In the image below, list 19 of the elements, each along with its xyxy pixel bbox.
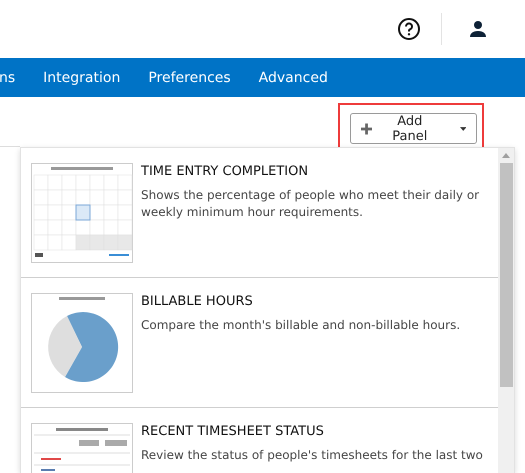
panel-title: BILLABLE HOURS	[141, 294, 254, 309]
user-icon[interactable]	[469, 20, 487, 38]
panel-description: Shows the percentage of people who meet their daily or weekly minimum hour requirements.	[141, 187, 480, 221]
panel-description: Compare the month's billable and non-billable hours.	[141, 317, 462, 334]
scrollbar-thumb[interactable]	[500, 163, 512, 387]
nav-tab[interactable]: Preferences	[148, 70, 231, 86]
nav-tab[interactable]: ns	[0, 70, 16, 86]
help-icon[interactable]	[397, 17, 421, 41]
add-panel-button[interactable]: Add Panel	[350, 113, 477, 144]
panel-title: TIME ENTRY COMPLETION	[141, 164, 310, 179]
nav-tab[interactable]: Advanced	[258, 70, 328, 86]
caret-icon	[460, 126, 466, 130]
panel-title: RECENT TIMESHEET STATUS	[141, 424, 325, 439]
panel-option[interactable]: TIME ENTRY COMPLETION Shows the percentage of people who meet their daily or weekly minimum hour requirements.	[21, 148, 498, 278]
plus-icon	[361, 122, 372, 134]
panel-option[interactable]: BILLABLE HOURS Compare the month's billable and non-billable hours.	[21, 278, 498, 408]
panel-description: Review the status of people's timesheets for the last two	[141, 447, 484, 464]
nav-tab[interactable]: Integration	[43, 70, 120, 86]
panel-option[interactable]: RECENT TIMESHEET STATUS Review the status of people's timesheets for the last two	[21, 408, 498, 473]
